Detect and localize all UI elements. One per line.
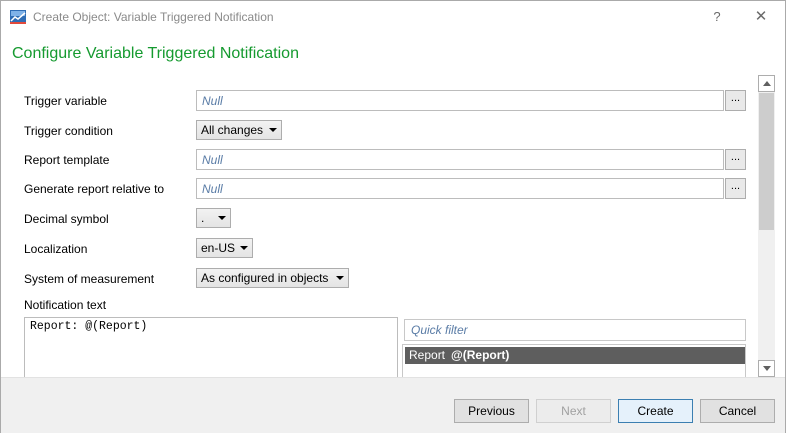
- quick-filter-input[interactable]: [405, 320, 745, 340]
- dialog-footer: Previous Next Create Cancel: [1, 377, 785, 433]
- report-relative-input[interactable]: [197, 179, 723, 198]
- report-template-label: Report template: [24, 153, 110, 167]
- page-title: Configure Variable Triggered Notificatio…: [12, 45, 299, 62]
- chevron-down-icon: [218, 216, 226, 220]
- chevron-down-icon: [336, 276, 344, 280]
- variable-list: Report @(Report): [402, 344, 746, 377]
- trigger-variable-browse-button[interactable]: ...: [725, 90, 746, 111]
- window-title: Create Object: Variable Triggered Notifi…: [33, 10, 274, 24]
- quick-filter-field[interactable]: [404, 319, 746, 341]
- measurement-label: System of measurement: [24, 272, 155, 286]
- report-template-input[interactable]: [197, 150, 723, 169]
- help-button[interactable]: ?: [707, 7, 727, 27]
- trigger-condition-value: All changes: [201, 123, 264, 137]
- previous-button[interactable]: Previous: [454, 399, 529, 423]
- scroll-thumb[interactable]: [759, 93, 774, 230]
- close-button[interactable]: ✕: [751, 7, 771, 27]
- decimal-symbol-value: .: [201, 211, 205, 225]
- report-template-field[interactable]: [196, 149, 724, 170]
- decimal-symbol-label: Decimal symbol: [24, 212, 109, 226]
- vertical-scrollbar[interactable]: [758, 75, 775, 377]
- report-relative-browse-button[interactable]: ...: [725, 178, 746, 199]
- measurement-value: As configured in objects: [201, 271, 329, 285]
- trigger-variable-label: Trigger variable: [24, 94, 107, 108]
- notification-text-editor[interactable]: Report: @(Report): [24, 317, 398, 377]
- content-panel: Configure Variable Triggered Notificatio…: [1, 33, 785, 377]
- trigger-variable-field[interactable]: [196, 90, 724, 111]
- chevron-down-icon: [240, 246, 248, 250]
- list-item[interactable]: Report @(Report): [405, 347, 745, 364]
- next-button[interactable]: Next: [536, 399, 611, 423]
- create-object-dialog: Create Object: Variable Triggered Notifi…: [0, 0, 786, 433]
- app-icon: [10, 10, 26, 24]
- localization-select[interactable]: en-US: [196, 238, 253, 258]
- trigger-condition-select[interactable]: All changes: [196, 120, 282, 140]
- cancel-button[interactable]: Cancel: [700, 399, 775, 423]
- report-relative-field[interactable]: [196, 178, 724, 199]
- localization-label: Localization: [24, 242, 88, 256]
- report-template-browse-button[interactable]: ...: [725, 149, 746, 170]
- title-bar: Create Object: Variable Triggered Notifi…: [1, 1, 785, 33]
- notification-text-label: Notification text: [24, 298, 107, 312]
- chevron-down-icon: [269, 128, 277, 132]
- trigger-variable-input[interactable]: [197, 91, 723, 110]
- report-relative-label: Generate report relative to: [24, 182, 165, 196]
- decimal-symbol-select[interactable]: .: [196, 208, 231, 228]
- scroll-up-icon[interactable]: [758, 75, 775, 92]
- variable-token: @(Report): [451, 348, 510, 362]
- localization-value: en-US: [201, 241, 236, 255]
- measurement-select[interactable]: As configured in objects: [196, 268, 349, 288]
- scroll-down-icon[interactable]: [758, 360, 775, 377]
- trigger-condition-label: Trigger condition: [24, 124, 113, 138]
- variable-name: Report: [409, 348, 446, 362]
- create-button[interactable]: Create: [618, 399, 693, 423]
